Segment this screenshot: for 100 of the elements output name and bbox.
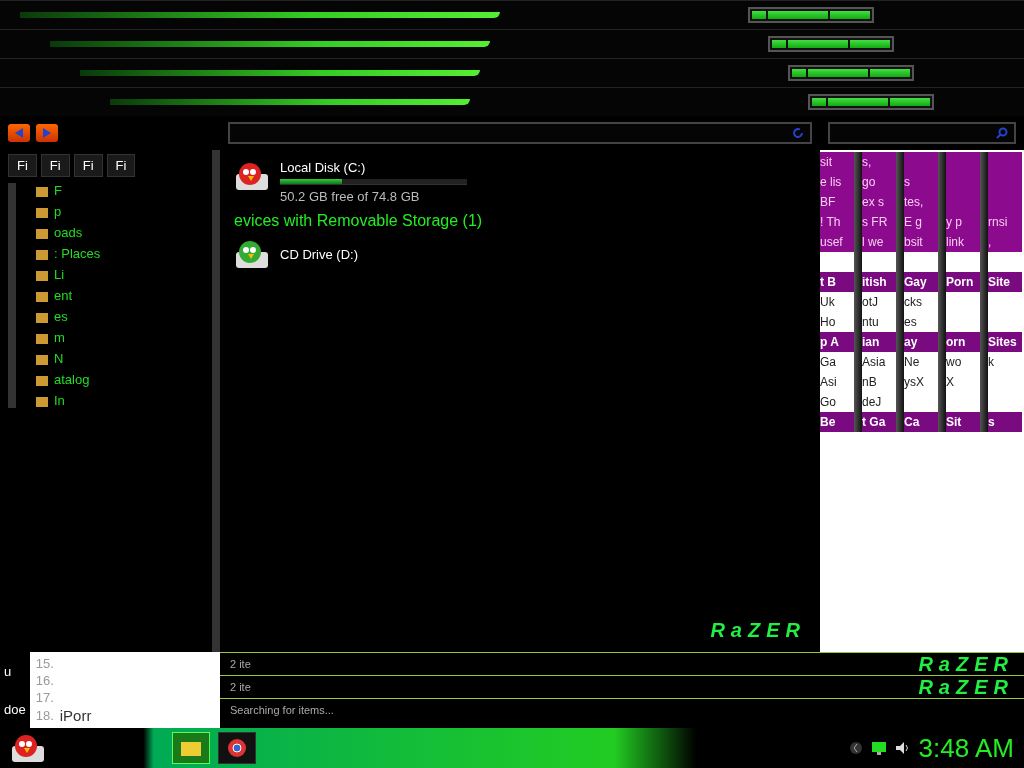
site-link[interactable]: nB [862,372,896,392]
page-text: doe [4,701,26,717]
intro-text: E g [904,214,923,231]
site-link[interactable]: Asi [820,372,854,392]
razer-logo: RaZER [918,676,1014,699]
site-link[interactable]: Asia [862,352,896,372]
clock: 3:48 AM [918,732,1014,764]
sidebar-label[interactable]: m [54,330,65,345]
sidebar-label[interactable]: oads [54,225,83,240]
folder-icon [36,184,48,197]
site-link[interactable]: es [904,312,938,332]
chevron-icon [848,741,863,755]
heading-text: t B [820,274,837,291]
sidebar-label[interactable]: In [54,393,65,408]
list-number: 17. [35,690,54,705]
sidebar-label[interactable]: F [54,183,62,198]
site-link[interactable]: Go [820,392,854,412]
browser-icon [228,739,246,757]
search-icon [996,127,1008,139]
heading-text: s [988,414,996,431]
drive-detail: 50.2 GB free of 74.8 GB [280,189,421,204]
heading-text: ian [862,334,881,351]
folder-icon [36,352,48,365]
drive-name[interactable]: Local Disk (C:) [280,160,467,175]
site-link[interactable]: Ga [820,352,854,372]
list-number: 16. [35,673,54,688]
page-text: u [4,663,13,679]
site-link[interactable]: wo [946,352,980,372]
heading-text: p A [820,334,840,351]
site-link[interactable]: ntu [862,312,896,332]
intro-text: link [946,234,965,251]
intro-text: usef [820,234,844,251]
heading-text: t Ga [862,414,887,431]
window-controls[interactable] [808,94,934,110]
heading-text: Sit [946,414,963,431]
heading-text: Sites [988,334,1018,351]
folder-icon [36,247,48,260]
cd-drive-icon [234,238,270,270]
list-number: 15. [35,656,54,671]
file-menu[interactable]: Fi [40,154,70,177]
site-link[interactable]: otJ [862,292,896,312]
folder-icon [36,331,48,344]
intro-text: rnsi [988,214,1009,231]
intro-text: BF [820,194,837,211]
sidebar-label[interactable]: p [54,204,62,219]
heading-text: Gay [904,274,928,291]
site-link[interactable]: ysX [904,372,938,392]
razer-logo: RaZER [918,653,1014,676]
folder-icon [36,373,48,386]
heading-text: itish [862,274,888,291]
explorer-task-button[interactable] [172,732,210,764]
site-link[interactable]: deJ [862,392,896,412]
site-link[interactable]: Ho [820,312,854,332]
heading-text: Ca [904,414,921,431]
site-link[interactable]: X [946,372,980,392]
list-number: 18. [35,708,54,723]
file-menu[interactable]: Fi [106,154,136,177]
site-link[interactable]: Ne [904,352,938,372]
start-button-icon [10,732,46,764]
site-link[interactable]: Uk [820,292,854,312]
sidebar-label[interactable]: ent [54,288,73,303]
back-button[interactable] [8,124,30,142]
intro-text: bsit [904,234,924,251]
site-link[interactable]: cks [904,292,938,312]
disk-drive-icon [234,160,270,192]
intro-text: y p [946,214,963,231]
folder-icon [36,268,48,281]
arrow-left-icon [13,127,25,139]
sidebar-label[interactable]: : Places [54,246,101,261]
heading-text: Porn [946,274,975,291]
intro-text: tes, [904,194,925,211]
arrow-right-icon [41,127,53,139]
intro-text: go [862,174,877,191]
browser-task-button[interactable] [218,732,256,764]
section-heading: evices with Removable Storage (1) [234,212,484,230]
list-item[interactable]: iPorr [59,707,92,724]
refresh-icon [792,127,804,139]
forward-button[interactable] [36,124,58,142]
intro-text: l we [862,234,885,251]
intro-text: s, [862,154,873,171]
window-controls[interactable] [788,65,914,81]
sidebar-label[interactable]: es [54,309,68,324]
search-field[interactable] [828,122,1016,144]
status-text: Searching for items... [230,704,334,716]
folder-icon [36,310,48,323]
sidebar-label[interactable]: atalog [54,372,90,387]
volume-icon [894,741,911,755]
site-link[interactable]: k [988,352,1022,372]
intro-text: ex s [862,194,885,211]
status-text: 2 ite [230,658,251,670]
window-controls[interactable] [768,36,894,52]
drive-name[interactable]: CD Drive (D:) [280,246,358,262]
sidebar-label[interactable]: Li [54,267,65,282]
intro-text: e lis [820,174,843,191]
file-menu[interactable]: Fi [73,154,103,177]
intro-text: sit [820,154,833,171]
file-menu[interactable]: Fi [8,154,37,177]
window-controls[interactable] [748,7,874,23]
folder-icon [181,740,201,756]
sidebar-label[interactable]: N [54,351,64,366]
